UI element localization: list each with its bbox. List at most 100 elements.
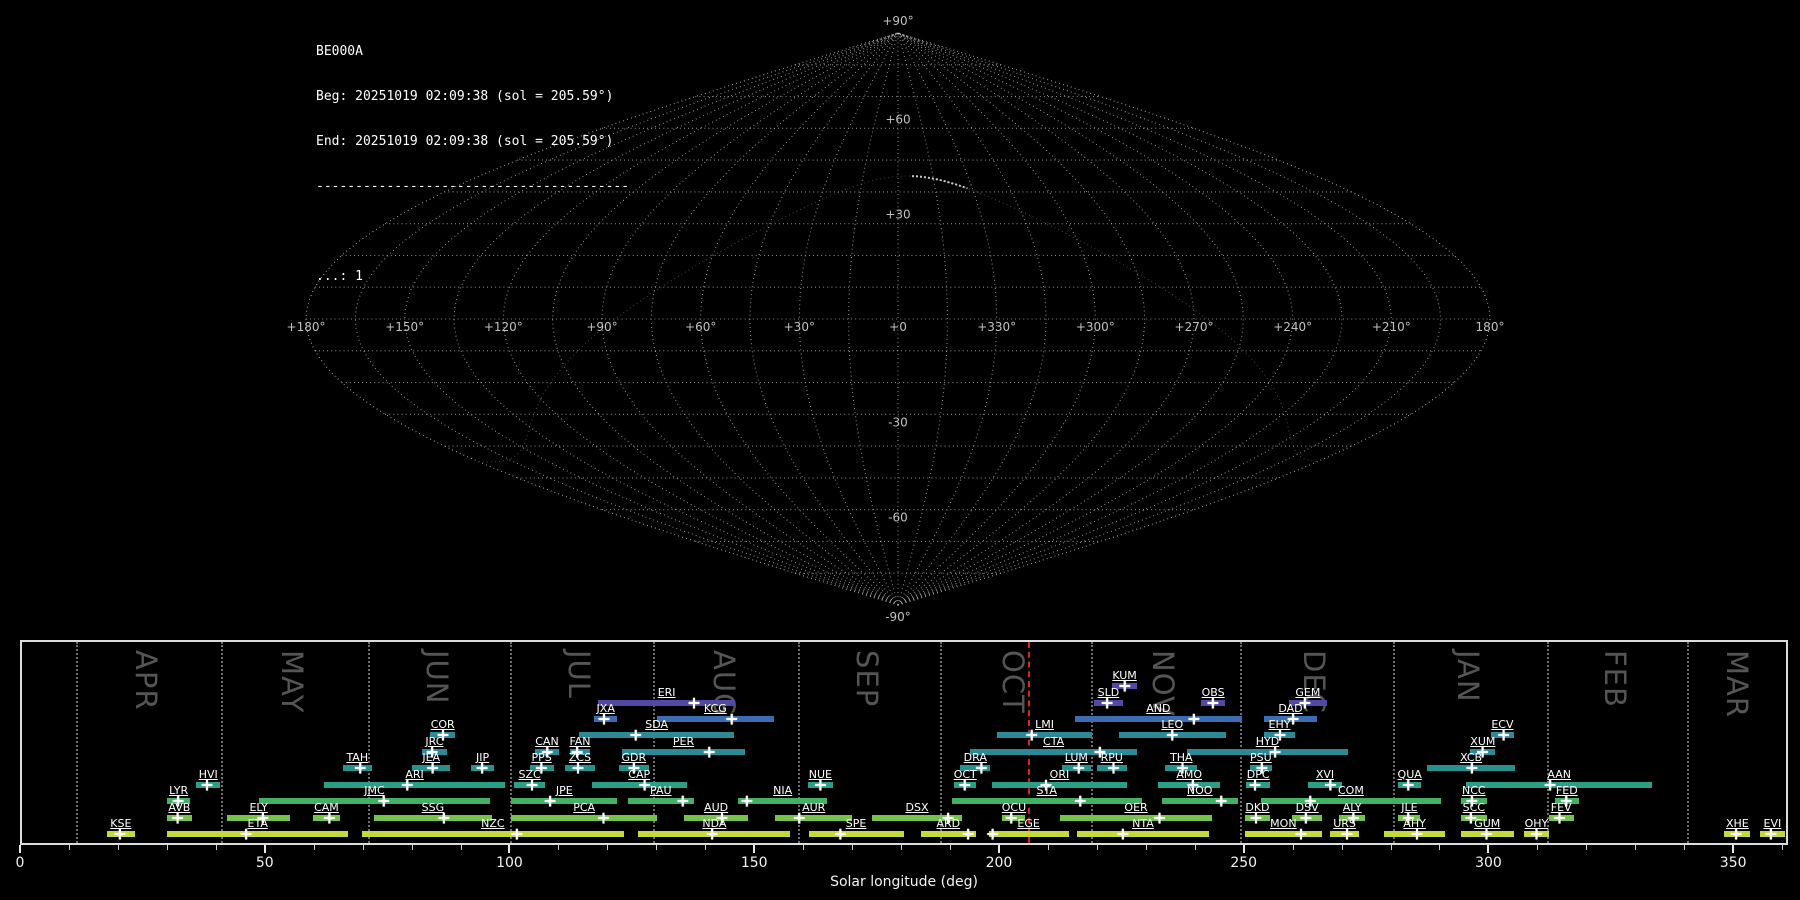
peak-marker-DKD: + bbox=[1248, 808, 1264, 828]
tick-label-100: 100 bbox=[496, 855, 523, 871]
minor-tick-320 bbox=[1586, 845, 1588, 850]
minor-tick-240 bbox=[1194, 845, 1196, 850]
shower-label-STA: STA bbox=[1036, 784, 1057, 798]
shower-label-NOO: NOO bbox=[1186, 784, 1213, 798]
shower-bar-NTA bbox=[1076, 830, 1209, 837]
peak-marker-URS: + bbox=[1339, 824, 1355, 845]
peak-marker-LEO: + bbox=[1165, 725, 1180, 746]
map-lon-label: +270° bbox=[1175, 320, 1214, 334]
separator-line: ---------------------------------------- bbox=[316, 179, 630, 194]
tick-50 bbox=[263, 845, 266, 853]
peak-marker-EVI: + bbox=[1763, 824, 1779, 845]
month-label-MAY: MAY bbox=[275, 650, 310, 714]
shower-label-OER: OER bbox=[1124, 800, 1148, 814]
shower-bar-KCG bbox=[656, 715, 774, 722]
peak-marker-DPC: + bbox=[1247, 775, 1263, 796]
shower-label-NIA: NIA bbox=[773, 784, 793, 798]
minor-tick-190 bbox=[950, 845, 951, 850]
shower-bar-SDA bbox=[579, 732, 735, 739]
peak-marker-NIA: + bbox=[739, 791, 755, 812]
minor-tick-80 bbox=[411, 845, 413, 850]
peak-marker-MON: + bbox=[1293, 824, 1309, 845]
map-lon-label: +210° bbox=[1372, 320, 1411, 334]
map-lon-label: +300° bbox=[1076, 320, 1115, 334]
meteor-shower-activity-screen: +180° +150° +120° +90° +60° +30° +0 +330° +300° +… bbox=[0, 0, 1800, 900]
peak-marker-ARD: + bbox=[961, 824, 976, 845]
minor-tick-170 bbox=[852, 845, 854, 850]
session-begin: Beg: 20251019 02:09:38 (sol = 205.59°) bbox=[316, 89, 614, 104]
peak-marker-SZC: + bbox=[524, 775, 540, 796]
shower-bar-STA bbox=[951, 798, 1142, 805]
shower-bar-SSG bbox=[373, 814, 492, 821]
shower-label-ERI: ERI bbox=[657, 685, 676, 699]
month-line-JUL bbox=[509, 642, 512, 843]
peak-marker-JPE: + bbox=[543, 791, 558, 812]
peak-marker-AUR: + bbox=[792, 808, 807, 828]
minor-tick-290 bbox=[1439, 845, 1441, 850]
month-label-MAR: MAR bbox=[1719, 650, 1754, 719]
shower-label-ARD: ARD bbox=[936, 816, 961, 830]
month-label-JUL: JUL bbox=[562, 650, 597, 699]
map-lon-label: +0 bbox=[889, 320, 907, 334]
minor-tick-110 bbox=[558, 845, 560, 850]
month-label-FEB: FEB bbox=[1598, 650, 1633, 708]
peak-marker-KSE: + bbox=[112, 824, 128, 845]
map-lat-label: +90° bbox=[882, 14, 913, 28]
peak-marker-SLD: + bbox=[1100, 693, 1115, 713]
tick-150 bbox=[753, 845, 756, 853]
session-end: End: 20251019 02:09:38 (sol = 205.59°) bbox=[316, 134, 614, 149]
shower-bar-ARI bbox=[324, 781, 506, 788]
shower-label-PCA: PCA bbox=[573, 800, 596, 814]
peak-marker-SDA: + bbox=[628, 725, 643, 746]
month-line-JUN bbox=[368, 642, 371, 843]
shower-bar-JMC bbox=[258, 798, 490, 805]
shower-label-MON: MON bbox=[1270, 816, 1297, 830]
shower-label-EGE: EGE bbox=[1017, 816, 1040, 830]
peak-marker-JXA: + bbox=[596, 709, 612, 730]
peak-marker-KCG: + bbox=[724, 709, 739, 730]
shower-bar-JPE bbox=[511, 798, 618, 805]
peak-marker-RPU: + bbox=[1106, 758, 1121, 779]
peak-marker-XHE: + bbox=[1729, 824, 1744, 845]
peak-marker-OER: + bbox=[1152, 808, 1167, 828]
map-meridian bbox=[749, 32, 899, 606]
peak-marker-AHY: + bbox=[1409, 824, 1425, 845]
shower-bar-PCA bbox=[511, 814, 657, 821]
map-meridian bbox=[650, 32, 899, 606]
month-line-FEB bbox=[1547, 642, 1550, 843]
month-line-DEC bbox=[1239, 642, 1242, 843]
map-lon-label: +60° bbox=[685, 320, 716, 334]
radiant-track bbox=[911, 175, 968, 190]
peak-marker-XCB: + bbox=[1464, 758, 1479, 779]
tick-label-300: 300 bbox=[1475, 855, 1502, 871]
peak-marker-TAH: + bbox=[353, 758, 368, 779]
minor-tick-160 bbox=[803, 845, 805, 850]
minor-tick-280 bbox=[1390, 845, 1392, 850]
map-lon-label: +90° bbox=[586, 320, 617, 334]
minor-tick-210 bbox=[1047, 845, 1049, 850]
peak-marker-OBS: + bbox=[1205, 693, 1221, 713]
map-lat-label: -90° bbox=[885, 610, 911, 624]
tick-label-150: 150 bbox=[740, 855, 768, 871]
peak-marker-AVB: + bbox=[170, 808, 185, 828]
map-lon-label: +180° bbox=[287, 320, 326, 334]
map-lon-label: 180° bbox=[1476, 320, 1505, 334]
peak-marker-KUM: + bbox=[1117, 676, 1132, 697]
month-line-MAY bbox=[220, 642, 223, 843]
peak-marker-JMC: + bbox=[376, 791, 391, 812]
peak-marker-JEA: + bbox=[425, 758, 440, 779]
tick-300 bbox=[1487, 845, 1490, 853]
peak-marker-ARI: + bbox=[400, 775, 415, 796]
peak-marker-STA: + bbox=[1073, 791, 1088, 812]
tick-200 bbox=[997, 845, 1000, 853]
radiant-count: ...: 1 bbox=[316, 269, 363, 284]
minor-tick-30 bbox=[166, 845, 168, 850]
camera-id: BE000A bbox=[316, 44, 363, 59]
shower-bar-ORI bbox=[992, 781, 1127, 788]
tick-100 bbox=[508, 845, 511, 853]
peak-marker-SPE: + bbox=[833, 824, 848, 845]
month-label-APR: APR bbox=[129, 650, 164, 711]
map-lat-label: +60 bbox=[885, 112, 910, 126]
shower-label-DSX: DSX bbox=[905, 800, 929, 814]
peak-marker-JIP: + bbox=[474, 758, 490, 779]
